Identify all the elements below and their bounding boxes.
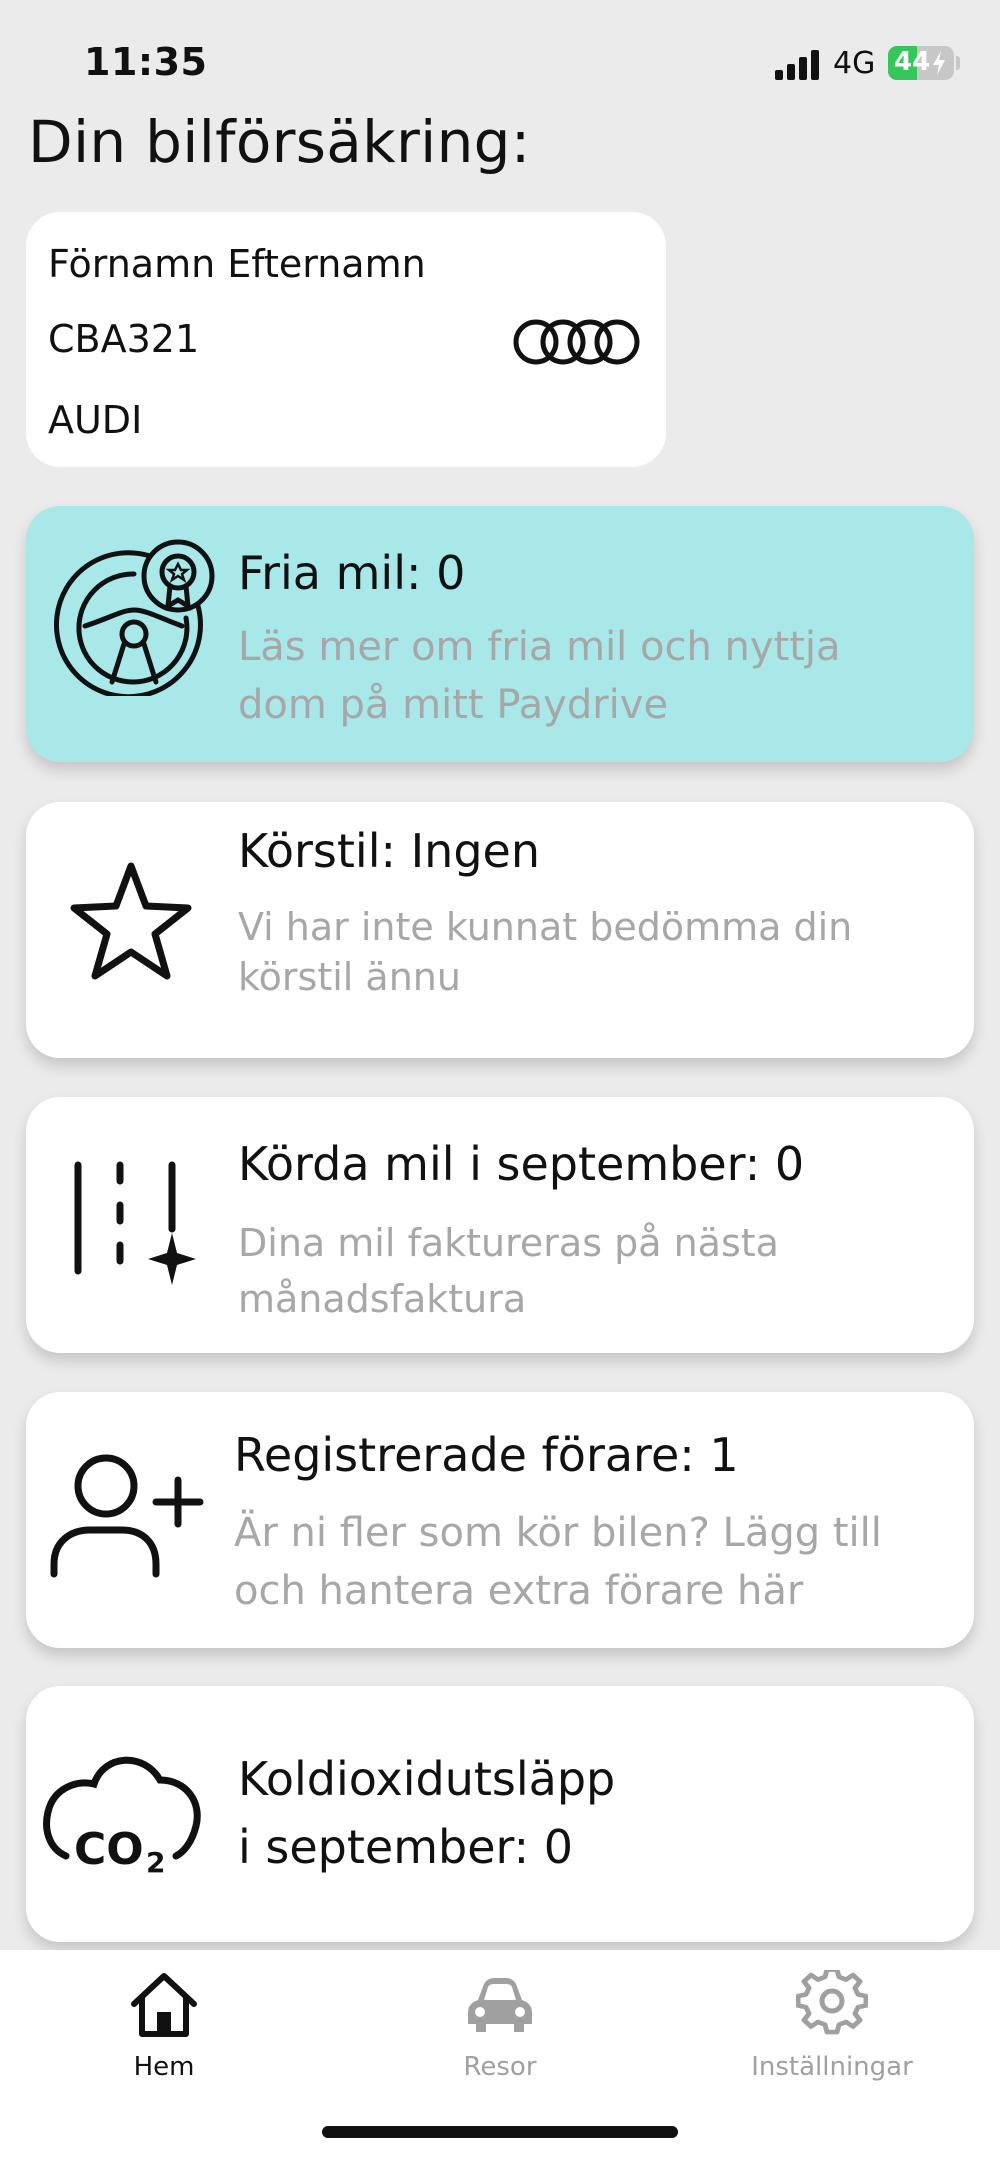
audi-logo-icon: [513, 319, 640, 365]
battery-icon: 44: [888, 46, 954, 80]
home-indicator: [322, 2126, 678, 2138]
driving-style-description: Vi har inte kunnat bedömma din körstil ä…: [238, 905, 853, 999]
status-bar: 11:35 4G 44: [0, 0, 1000, 100]
status-time: 11:35: [84, 40, 208, 84]
svg-text:2: 2: [146, 1846, 165, 1879]
co2-title-line1: Koldioxidutsläpp: [238, 1752, 616, 1806]
star-icon: [70, 862, 192, 980]
car-brand: AUDI: [48, 398, 143, 442]
battery-level: 44: [894, 47, 931, 77]
add-user-icon: [50, 1454, 204, 1578]
page-title: Din bilförsäkring:: [28, 108, 531, 176]
car-info-card[interactable]: Förnamn Efternamn CBA321 AUDI: [26, 212, 666, 467]
co2-emissions-card[interactable]: CO 2 Koldioxidutsläpp i september: 0: [26, 1686, 974, 1942]
driven-miles-description: Dina mil faktureras på nästa månadsfaktu…: [238, 1221, 779, 1321]
license-plate: CBA321: [48, 317, 200, 361]
co2-title-line2: i september: 0: [238, 1820, 574, 1874]
tab-home-label: Hem: [133, 2052, 195, 2082]
home-icon: [131, 1973, 197, 2037]
driven-miles-title: Körda mil i september: 0: [238, 1137, 805, 1191]
registered-drivers-title: Registrerade förare: 1: [234, 1428, 739, 1482]
car-icon: [468, 1978, 532, 2032]
tab-settings-label: Inställningar: [751, 2052, 913, 2082]
co2-cloud-icon: CO 2: [43, 1756, 201, 1879]
owner-name: Förnamn Efternamn: [48, 242, 426, 286]
free-miles-title: Fria mil: 0: [238, 546, 466, 600]
tab-settings[interactable]: Inställningar: [722, 1970, 942, 2090]
gear-icon: [796, 1970, 868, 2035]
signal-icon: [775, 50, 819, 80]
driven-miles-card[interactable]: Körda mil i september: 0 Dina mil faktur…: [26, 1097, 974, 1353]
road-plus-icon: [74, 1161, 196, 1285]
driving-style-title: Körstil: Ingen: [238, 824, 540, 878]
free-miles-card[interactable]: Fria mil: 0 Läs mer om fria mil och nytt…: [26, 506, 974, 762]
battery-cap: [956, 56, 960, 70]
registered-drivers-card[interactable]: Registrerade förare: 1 Är ni fler som kö…: [26, 1392, 974, 1648]
tab-home[interactable]: Hem: [54, 1970, 274, 2090]
svg-text:CO: CO: [74, 1824, 144, 1875]
registered-drivers-description: Är ni fler som kör bilen? Lägg till och …: [234, 1510, 882, 1614]
steering-wheel-award-icon: [53, 539, 215, 696]
network-type: 4G: [833, 46, 876, 81]
tab-trips-label: Resor: [463, 2052, 537, 2082]
charging-bolt-icon: [933, 51, 945, 75]
tab-trips[interactable]: Resor: [390, 1970, 610, 2090]
free-miles-description: Läs mer om fria mil och nyttja dom på mi…: [238, 624, 841, 728]
driving-style-card[interactable]: Körstil: Ingen Vi har inte kunnat bedömm…: [26, 802, 974, 1058]
